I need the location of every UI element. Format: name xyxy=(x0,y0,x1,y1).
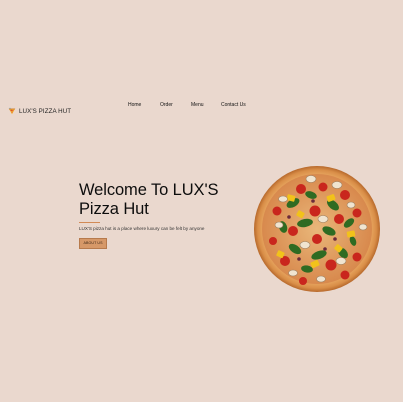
hero-tagline: LUX'S pizza hut is a place where luxury … xyxy=(79,226,205,231)
nav-item-menu[interactable]: Menu xyxy=(191,102,204,108)
hero-title-line-1: Welcome To LUX'S xyxy=(79,181,219,199)
pizza-image xyxy=(254,166,380,292)
nav-item-home[interactable]: Home xyxy=(128,102,141,108)
hero-title-line-2: Pizza Hut xyxy=(79,200,149,218)
nav-menu: Home Order Menu Contact Us xyxy=(0,102,403,112)
navbar: LUX'S PIZZA HUT Home Order Menu Contact … xyxy=(0,98,403,124)
nav-item-contact[interactable]: Contact Us xyxy=(221,102,246,108)
hero-title: Welcome To LUX'S Pizza Hut xyxy=(79,181,259,219)
hero-divider xyxy=(79,222,100,223)
nav-item-order[interactable]: Order xyxy=(160,102,173,108)
about-us-button[interactable]: ABOUT US xyxy=(79,237,108,249)
hero-section: Welcome To LUX'S Pizza Hut LUX'S pizza h… xyxy=(79,181,259,249)
